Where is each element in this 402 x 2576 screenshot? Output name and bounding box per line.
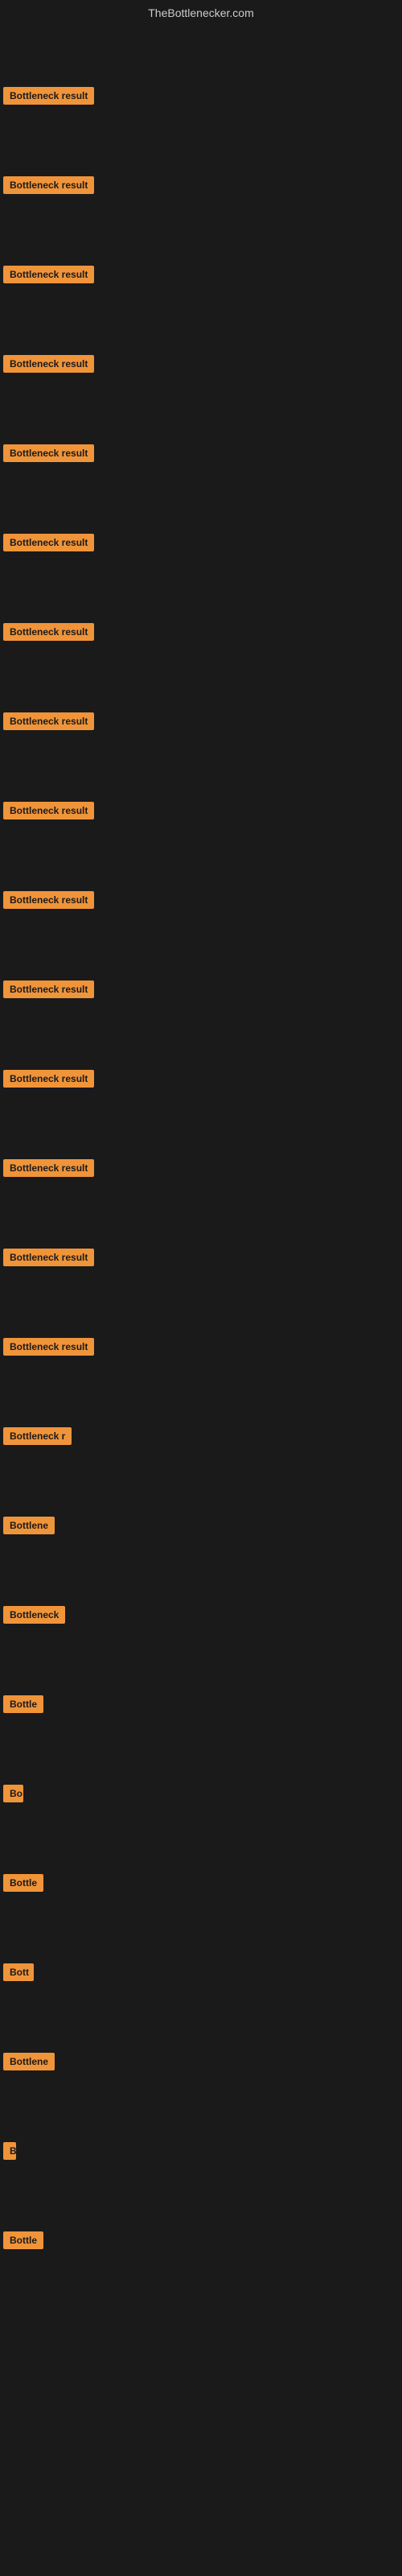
badge-row-19: Bo [0, 1778, 402, 1810]
bottleneck-badge-2[interactable]: Bottleneck result [3, 266, 94, 283]
bottleneck-badge-4[interactable]: Bottleneck result [3, 444, 94, 462]
bottleneck-badge-12[interactable]: Bottleneck result [3, 1159, 94, 1177]
badge-row-15: Bottleneck r [0, 1421, 402, 1452]
bottleneck-badge-17[interactable]: Bottleneck [3, 1606, 65, 1624]
bottleneck-badge-7[interactable]: Bottleneck result [3, 712, 94, 730]
badge-row-12: Bottleneck result [0, 1153, 402, 1184]
badge-row-14: Bottleneck result [0, 1331, 402, 1363]
bottleneck-badge-0[interactable]: Bottleneck result [3, 87, 94, 105]
bottleneck-badge-21[interactable]: Bott [3, 1963, 34, 1981]
site-title: TheBottlenecker.com [0, 0, 402, 23]
bottleneck-badge-20[interactable]: Bottle [3, 1874, 43, 1892]
bottleneck-badge-9[interactable]: Bottleneck result [3, 891, 94, 909]
bottleneck-badge-11[interactable]: Bottleneck result [3, 1070, 94, 1088]
bottleneck-badge-8[interactable]: Bottleneck result [3, 802, 94, 819]
badge-row-16: Bottlene [0, 1510, 402, 1542]
badge-row-17: Bottleneck [0, 1600, 402, 1631]
bottleneck-badge-24[interactable]: Bottle [3, 2231, 43, 2249]
badge-row-0: Bottleneck result [0, 80, 402, 112]
badge-row-3: Bottleneck result [0, 349, 402, 380]
bottleneck-badge-22[interactable]: Bottlene [3, 2053, 55, 2070]
badge-row-8: Bottleneck result [0, 795, 402, 827]
bottleneck-badge-6[interactable]: Bottleneck result [3, 623, 94, 641]
bottleneck-badge-5[interactable]: Bottleneck result [3, 534, 94, 551]
badge-row-23: B [0, 2136, 402, 2167]
bottleneck-badge-19[interactable]: Bo [3, 1785, 23, 1802]
badge-row-20: Bottle [0, 1868, 402, 1899]
badges-container: Bottleneck result Bottleneck result Bottle… [0, 80, 402, 2256]
bottleneck-badge-13[interactable]: Bottleneck result [3, 1249, 94, 1266]
bottleneck-badge-1[interactable]: Bottleneck result [3, 176, 94, 194]
bottleneck-badge-15[interactable]: Bottleneck r [3, 1427, 72, 1445]
bottleneck-badge-16[interactable]: Bottlene [3, 1517, 55, 1534]
badge-row-1: Bottleneck result [0, 170, 402, 201]
badge-row-4: Bottleneck result [0, 438, 402, 469]
bottleneck-badge-3[interactable]: Bottleneck result [3, 355, 94, 373]
badge-row-10: Bottleneck result [0, 974, 402, 1005]
site-title-container: TheBottlenecker.com [0, 0, 402, 23]
badge-row-22: Bottlene [0, 2046, 402, 2078]
badge-row-21: Bott [0, 1957, 402, 1988]
badge-row-11: Bottleneck result [0, 1063, 402, 1095]
badge-row-2: Bottleneck result [0, 259, 402, 291]
bottleneck-badge-18[interactable]: Bottle [3, 1695, 43, 1713]
badge-row-7: Bottleneck result [0, 706, 402, 737]
badge-row-13: Bottleneck result [0, 1242, 402, 1274]
badge-row-5: Bottleneck result [0, 527, 402, 559]
bottleneck-badge-10[interactable]: Bottleneck result [3, 980, 94, 998]
badge-row-6: Bottleneck result [0, 617, 402, 648]
bottleneck-badge-23[interactable]: B [3, 2142, 16, 2160]
badge-row-24: Bottle [0, 2225, 402, 2256]
bottleneck-badge-14[interactable]: Bottleneck result [3, 1338, 94, 1356]
badge-row-18: Bottle [0, 1689, 402, 1720]
badge-row-9: Bottleneck result [0, 885, 402, 916]
